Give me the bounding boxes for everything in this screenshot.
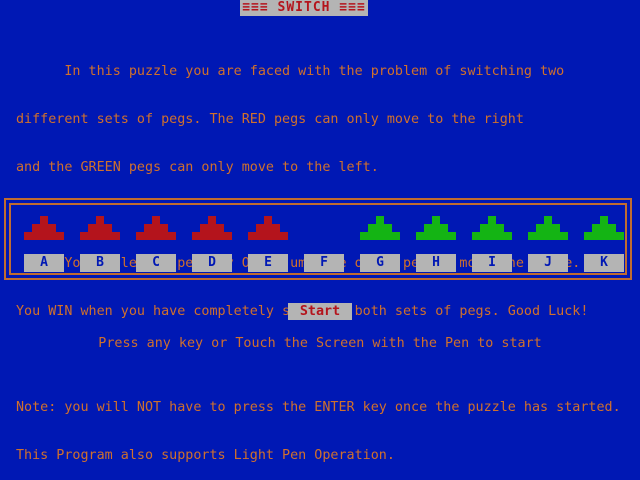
slot-label-e[interactable]: E [248, 254, 288, 272]
slot-label-c[interactable]: C [136, 254, 176, 272]
red-peg-d[interactable] [192, 216, 232, 240]
instruction-line: In this puzzle you are faced with the pr… [16, 64, 565, 79]
slot-label-g[interactable]: G [360, 254, 400, 272]
red-peg-a[interactable] [24, 216, 64, 240]
instruction-line: This Program also supports Light Pen Ope… [16, 448, 395, 463]
green-peg-k[interactable] [584, 216, 624, 240]
slot-label-a[interactable]: A [24, 254, 64, 272]
slot-label-b[interactable]: B [80, 254, 120, 272]
green-peg-h[interactable] [416, 216, 456, 240]
slot-label-h[interactable]: H [416, 254, 456, 272]
instruction-line: Note: you will NOT have to press the ENT… [16, 400, 621, 415]
red-peg-e[interactable] [248, 216, 288, 240]
red-peg-c[interactable] [136, 216, 176, 240]
slot-label-k[interactable]: K [584, 254, 624, 272]
start-button[interactable]: Start [288, 303, 352, 320]
green-peg-g[interactable] [360, 216, 400, 240]
green-peg-j[interactable] [528, 216, 568, 240]
slot-label-i[interactable]: I [472, 254, 512, 272]
instruction-line [16, 352, 636, 368]
instruction-line: different sets of pegs. The RED pegs can… [16, 112, 524, 127]
slot-label-j[interactable]: J [528, 254, 568, 272]
red-peg-b[interactable] [80, 216, 120, 240]
slot-label-f[interactable]: F [304, 254, 344, 272]
game-title: ≡≡≡ SWITCH ≡≡≡ [240, 0, 368, 16]
start-prompt: Press any key or Touch the Screen with t… [98, 336, 542, 351]
slot-label-d[interactable]: D [192, 254, 232, 272]
green-peg-i[interactable] [472, 216, 512, 240]
instruction-line: and the GREEN pegs can only move to the … [16, 160, 379, 175]
